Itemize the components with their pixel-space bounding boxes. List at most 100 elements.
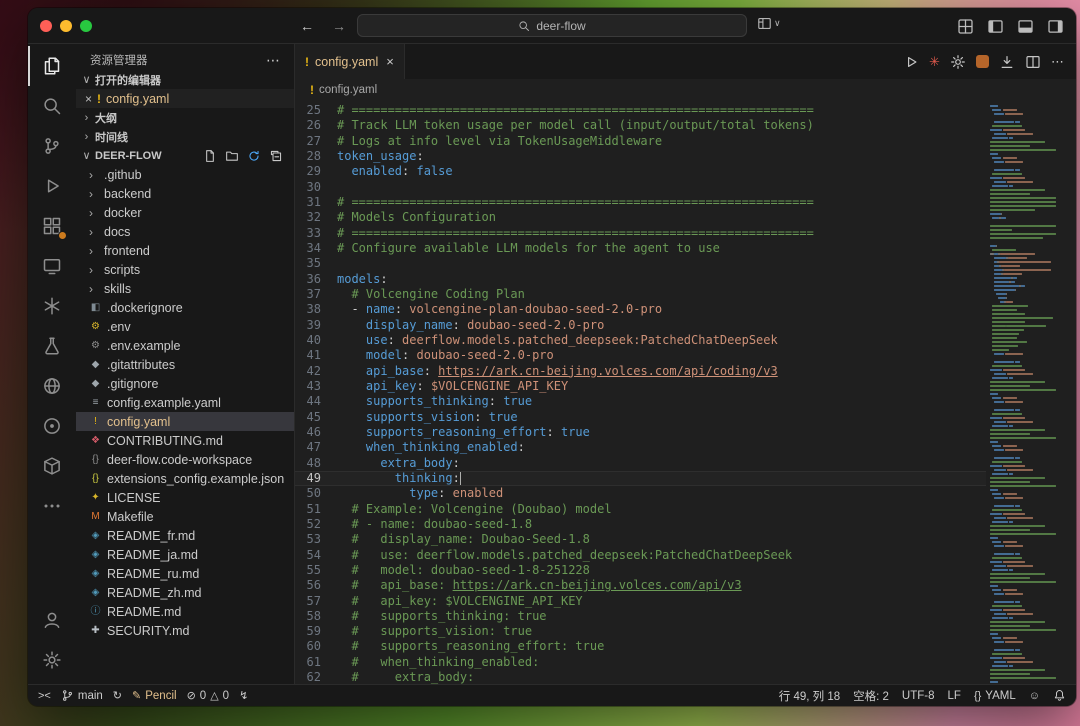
file-extensions_config.example.json[interactable]: {}extensions_config.example.json (76, 469, 294, 488)
line-number: 57 (295, 594, 337, 609)
activity-globe-extension[interactable] (28, 366, 76, 406)
lightning-indicator[interactable]: ↯ (239, 689, 248, 702)
activity-flask-extension[interactable] (28, 326, 76, 366)
minimap-line (990, 157, 1074, 159)
activity-source-control[interactable] (28, 126, 76, 166)
run-button[interactable] (903, 54, 919, 70)
file-.env[interactable]: ⚙.env (76, 317, 294, 336)
close-window-button[interactable] (40, 20, 52, 32)
line-content: supports_vision: true (337, 410, 986, 425)
file-README_ru.md[interactable]: ◈README_ru.md (76, 564, 294, 583)
code-editor[interactable]: 25# ====================================… (295, 101, 986, 684)
minimap-line (990, 625, 1074, 627)
language-mode-button[interactable]: {}YAML (974, 690, 1016, 702)
toggle-panel-button[interactable] (1017, 18, 1034, 35)
tree-item-label: skills (104, 282, 131, 296)
folder-skills[interactable]: ›skills (76, 279, 294, 298)
more-actions-button[interactable]: ⋯ (1051, 54, 1064, 70)
remote-indicator[interactable]: >< (38, 690, 51, 702)
extension-square-icon[interactable] (976, 55, 989, 68)
minimap-line (990, 549, 1074, 551)
activity-accounts[interactable] (28, 600, 76, 640)
split-editor-button[interactable] (1025, 54, 1041, 70)
file-.gitattributes[interactable]: ◆.gitattributes (76, 355, 294, 374)
activity-search[interactable] (28, 86, 76, 126)
open-editors-section[interactable]: ∨ 打开的编辑器 (76, 70, 294, 89)
close-icon[interactable]: × (85, 92, 92, 106)
file-README_zh.md[interactable]: ◈README_zh.md (76, 583, 294, 602)
file-README_fr.md[interactable]: ◈README_fr.md (76, 526, 294, 545)
file-LICENSE[interactable]: ✦LICENSE (76, 488, 294, 507)
layout-dropdown-button[interactable]: ∨ (757, 16, 781, 31)
close-tab-icon[interactable]: × (386, 54, 394, 69)
pencil-extension-button[interactable]: ✎Pencil (132, 689, 177, 702)
activity-package-extension[interactable] (28, 446, 76, 486)
contributing-icon: ❖ (89, 436, 102, 446)
toggle-primary-sidebar-button[interactable] (987, 18, 1004, 35)
line-content: # model: doubao-seed-1-8-251228 (337, 563, 986, 578)
file-README_ja.md[interactable]: ◈README_ja.md (76, 545, 294, 564)
toggle-secondary-sidebar-button[interactable] (1047, 18, 1064, 35)
tab-config-yaml[interactable]: ! config.yaml × (295, 44, 405, 79)
tree-item-label: backend (104, 187, 151, 201)
zoom-window-button[interactable] (80, 20, 92, 32)
folder-backend[interactable]: ›backend (76, 184, 294, 203)
cursor-position-button[interactable]: 行 49, 列 18 (779, 688, 840, 704)
activity-more-views[interactable] (28, 486, 76, 526)
file-SECURITY.md[interactable]: ✚SECURITY.md (76, 621, 294, 640)
feedback-button[interactable]: ☺ (1029, 690, 1040, 702)
collapse-all-button[interactable] (269, 149, 283, 163)
minimap[interactable] (986, 101, 1076, 684)
notifications-button[interactable] (1053, 689, 1066, 702)
customize-layout-button[interactable] (957, 18, 974, 35)
folder-scripts[interactable]: ›scripts (76, 260, 294, 279)
back-button[interactable]: ← (300, 18, 314, 34)
file-.dockerignore[interactable]: ◧.dockerignore (76, 298, 294, 317)
gear-action-icon[interactable] (950, 54, 966, 70)
activity-circle-extension[interactable] (28, 406, 76, 446)
activity-run-debug[interactable] (28, 166, 76, 206)
folder-docker[interactable]: ›docker (76, 203, 294, 222)
new-folder-button[interactable] (225, 149, 239, 163)
file-config.yaml[interactable]: !config.yaml (76, 412, 294, 431)
prettier-icon[interactable]: ✳ (929, 54, 940, 70)
folder-frontend[interactable]: ›frontend (76, 241, 294, 260)
folder-.github[interactable]: ›.github (76, 165, 294, 184)
workspace-root[interactable]: ∨ DEER-FLOW (76, 146, 294, 165)
git-branch-button[interactable]: main (61, 689, 103, 702)
encoding-button[interactable]: UTF-8 (902, 690, 935, 702)
problems-button[interactable]: ⊘0△0 (187, 689, 230, 702)
outline-section[interactable]: › 大纲 (76, 108, 294, 127)
eol-button[interactable]: LF (948, 690, 961, 702)
file-README.md[interactable]: ⓘREADME.md (76, 602, 294, 621)
forward-button[interactable]: → (332, 18, 346, 34)
breadcrumb[interactable]: ! config.yaml (295, 79, 1076, 101)
open-editor-config-yaml[interactable]: × ! config.yaml (76, 89, 294, 108)
activity-extensions[interactable] (28, 206, 76, 246)
line-number: 40 (295, 333, 337, 348)
refresh-button[interactable] (247, 149, 261, 163)
command-center-search[interactable]: deer-flow (357, 14, 747, 37)
minimize-window-button[interactable] (60, 20, 72, 32)
minimap-line (990, 589, 1074, 591)
file-deer-flow.code-workspace[interactable]: {}deer-flow.code-workspace (76, 450, 294, 469)
indentation-button[interactable]: 空格: 2 (853, 688, 889, 704)
timeline-section[interactable]: › 时间线 (76, 127, 294, 146)
sync-button[interactable]: ↻ (113, 689, 122, 702)
folder-docs[interactable]: ›docs (76, 222, 294, 241)
file-.env.example[interactable]: ⚙.env.example (76, 336, 294, 355)
activity-explorer[interactable] (28, 46, 76, 86)
activity-remote-explorer[interactable] (28, 246, 76, 286)
code-line-34: 34# Configure available LLM models for t… (295, 241, 986, 256)
sidebar-more-actions[interactable]: ⋯ (266, 52, 280, 69)
activity-settings[interactable] (28, 640, 76, 680)
minimap-line (990, 613, 1074, 615)
minimap-line (990, 477, 1074, 479)
file-.gitignore[interactable]: ◆.gitignore (76, 374, 294, 393)
activity-snowflake-extension[interactable] (28, 286, 76, 326)
file-Makefile[interactable]: MMakefile (76, 507, 294, 526)
file-CONTRIBUTING.md[interactable]: ❖CONTRIBUTING.md (76, 431, 294, 450)
new-file-button[interactable] (203, 149, 217, 163)
goto-file-icon[interactable] (999, 54, 1015, 70)
file-config.example.yaml[interactable]: ≡config.example.yaml (76, 393, 294, 412)
